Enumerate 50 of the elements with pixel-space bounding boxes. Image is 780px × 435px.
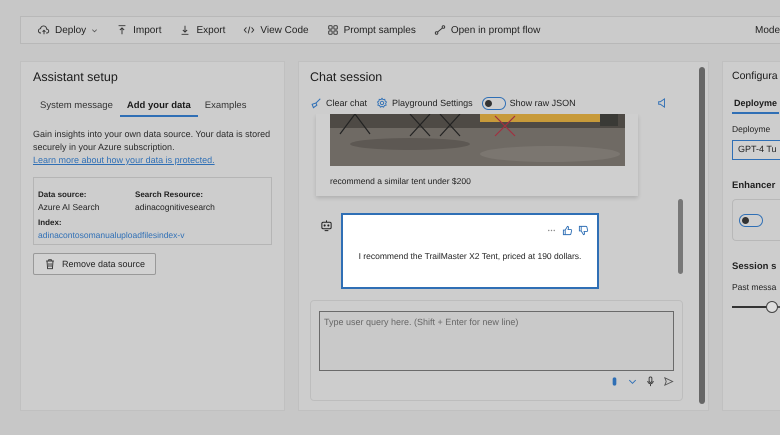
field-label: Data source:: [38, 190, 88, 199]
toolbar-button[interactable]: View Code: [236, 24, 316, 36]
toolbar-icon: [326, 24, 339, 36]
tab[interactable]: System message: [33, 96, 120, 117]
send-icon[interactable]: [663, 376, 674, 387]
settings-icon: [376, 97, 388, 109]
chat-action-button[interactable]: Clear chat: [310, 97, 368, 109]
speaker-icon[interactable]: [657, 97, 667, 109]
toggle-switch[interactable]: [482, 96, 506, 110]
field-value: Azure AI Search: [38, 202, 100, 212]
toolbar-icon: [179, 24, 192, 36]
toolbar-button[interactable]: Open in prompt flow: [426, 24, 548, 36]
description-text: Gain insights into your own data source. Your data is stored securely in your Azure subscription. Learn more about how your data is protected.: [33, 128, 272, 167]
field-label: Index:: [38, 218, 63, 227]
toggle-label: Show raw JSON: [510, 98, 576, 108]
panel-title: Chat session: [310, 70, 384, 84]
section-title: Session s: [732, 261, 778, 272]
toolbar-button[interactable]: Prompt samples: [320, 24, 423, 36]
toolbar-label[interactable]: Mode: [754, 24, 780, 36]
toolbar-icon: [38, 24, 50, 36]
deployment-dropdown[interactable]: GPT-4 Tu: [732, 140, 780, 160]
field-value: adinacognitivesearch: [135, 202, 216, 212]
section-title: Enhancer: [732, 180, 776, 191]
chat-action-button[interactable]: Playground Settings: [376, 97, 473, 109]
thumbs-down-icon[interactable]: [578, 225, 589, 236]
toolbar-button[interactable]: Export: [172, 24, 232, 36]
bot-icon: [320, 219, 333, 232]
toolbar-button[interactable]: Deploy: [31, 24, 106, 36]
slider-thumb[interactable]: [766, 301, 778, 313]
remove-data-source-button[interactable]: Remove data source: [33, 253, 156, 275]
toolbar-icon: [116, 24, 128, 36]
tab[interactable]: Deployme: [732, 94, 780, 114]
toggle-switch[interactable]: [739, 214, 763, 226]
trash-icon: [44, 258, 56, 270]
broom-icon: [310, 97, 322, 109]
thumbs-up-icon[interactable]: [562, 225, 573, 236]
query-input-field[interactable]: Type user query here. (Shift + Enter for new line): [319, 311, 674, 371]
message-text: I recommend the TrailMaster X2 Tent, priced at 190 dollars.: [358, 250, 582, 262]
microphone-icon[interactable]: [645, 376, 656, 387]
field-label: Search Resource:: [135, 190, 204, 199]
message-text: recommend a similar tent under $200: [330, 176, 472, 186]
panel-title: Configura: [732, 70, 779, 82]
toolbar-button[interactable]: Import: [109, 24, 168, 36]
toolbar-icon: [434, 24, 446, 36]
field-label: Deployme: [732, 124, 772, 134]
tab[interactable]: Add your data: [120, 96, 198, 117]
toolbar-icon: [243, 24, 256, 36]
tab[interactable]: Examples: [198, 96, 254, 117]
field-label: Past messa: [732, 282, 778, 292]
panel-title: Assistant setup: [33, 70, 119, 84]
